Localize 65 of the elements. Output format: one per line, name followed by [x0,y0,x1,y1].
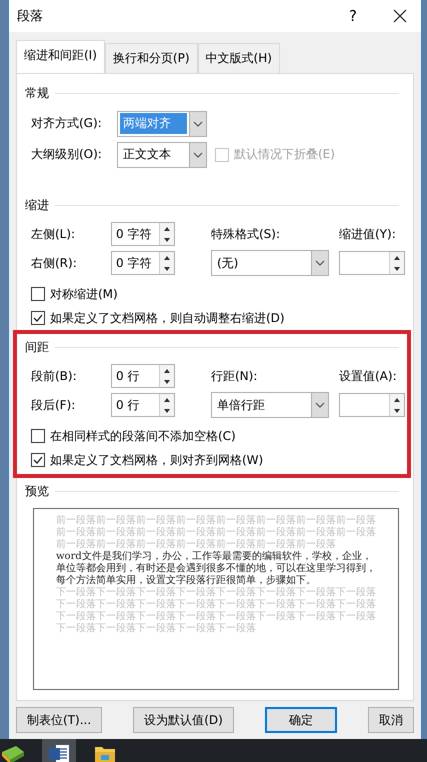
field-label: 右侧(R): [31,254,78,272]
checkbox-label: 在相同样式的段落间不添加空格(C) [50,428,236,444]
spin-field[interactable] [339,393,405,417]
spin-field[interactable]: 0 行 [111,393,175,417]
caret-icon [315,402,325,408]
field-label: 设置值(A): [339,368,398,384]
caret-icon [193,120,203,126]
caret-icon [315,260,325,266]
field-label: 段后(F): [31,396,76,414]
spin-up-icon[interactable] [162,366,172,374]
field-label: 特殊格式(S): [211,226,282,242]
app-icon[interactable] [2,744,24,762]
field-label: 缩进值(Y): [339,226,397,242]
tab[interactable]: 换行和分页(P) [104,43,198,73]
spin-field[interactable]: 0 行 [111,364,175,388]
spin-field[interactable]: 0 字符 [111,251,175,275]
section-heading: 预览 [25,482,49,500]
spin-up-icon[interactable] [392,254,402,262]
spin-field[interactable]: 0 字符 [111,222,175,246]
dialog-button[interactable]: 设为默认值(D) [133,707,234,733]
tab[interactable]: 缩进和间距(I) [16,40,105,73]
field-label: 行距(N): [211,368,258,384]
checkbox-label: 默认情况下折叠(E) [234,146,335,163]
dropdown[interactable]: 正文文本 [117,142,207,168]
dialog-button[interactable]: 确定 [264,707,337,733]
checkbox[interactable] [31,429,45,443]
help-button[interactable]: ? [349,7,357,25]
checkbox[interactable] [31,287,45,301]
field-label: 对齐方式(G): [31,115,103,132]
checkbox-label: 如果定义了文档网格，则自动调整右缩进(D) [50,310,285,326]
section-heading: 常规 [25,84,49,102]
folder-icon[interactable] [94,744,116,762]
spin-up-icon[interactable] [162,396,172,404]
window-title: 段落 [17,8,44,25]
section-heading: 间距 [25,338,49,356]
spin-up-icon[interactable] [392,396,402,404]
dropdown[interactable]: 单倍行距 [211,392,329,418]
spin-down-icon[interactable] [162,236,172,244]
spin-up-icon[interactable] [162,224,172,232]
spin-down-icon[interactable] [162,378,172,386]
spin-field[interactable] [339,251,405,275]
section-heading: 缩进 [25,196,49,214]
spin-up-icon[interactable] [162,254,172,262]
checkbox-label: 对称缩进(M) [50,286,118,302]
preview-text: 前一段落前一段落前一段落前一段落前一段落前一段落前一段落前一段落前一段落前一段落前一段落前一段落前一段落前一段落前一段落前一段落前一段落前一段落前一段落前一段落前一段落前一段落前一段落 [56,515,376,550]
spin-down-icon[interactable] [162,264,172,272]
dropdown[interactable]: (无) [211,250,329,276]
caret-icon [193,152,203,158]
spin-down-icon[interactable] [392,406,402,414]
document-app-icon [48,743,70,762]
close-icon[interactable] [393,9,407,23]
checkbox-label: 如果定义了文档网格，则对齐到网格(W) [50,452,264,468]
field-label: 左侧(L): [31,226,76,242]
spin-down-icon[interactable] [162,406,172,414]
preview-text: word文件是我们学习，办公，工作等最需要的编辑软件，学校，企业，单位等都会用到，有时还是会遇到很多不懂的地，可以在这里学习得到，每个方法简单实用，设置文字段落行距很简单，步骤如下。 [56,551,376,586]
taskbar-button[interactable] [42,739,76,762]
checkbox[interactable] [31,453,45,467]
tab[interactable]: 中文版式(H) [198,43,280,73]
spin-down-icon[interactable] [392,264,402,272]
checkbox[interactable] [31,311,45,325]
preview-text: 下一段落下一段落下一段落下一段落下一段落下一段落下一段落下一段落下一段落下一段落下一段落下一段落下一段落下一段落下一段落下一段落下一段落下一段落下一段落下一段落下一段落下一段落下一段落下一段落下一段落下一段落下一段落下一段落下一段落 [56,587,376,635]
dialog-button[interactable]: 制表位(T)... [16,707,102,733]
field-label: 大纲级别(O): [31,146,103,163]
field-label: 段前(B): [31,368,78,384]
dialog-button[interactable]: 取消 [368,707,414,733]
